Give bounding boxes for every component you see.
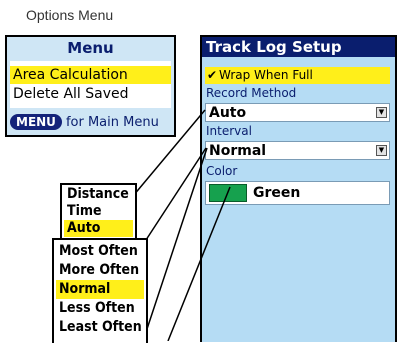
connector-line-interval [143,147,207,244]
option-less-often[interactable]: Less Often [56,299,144,318]
option-normal[interactable]: Normal [56,280,144,299]
option-auto[interactable]: Auto [64,220,133,237]
option-distance[interactable]: Distance [64,186,133,203]
connector-line-interval-2 [143,147,208,339]
record-method-options-popup: Distance Time Auto [60,183,137,242]
option-time[interactable]: Time [64,203,133,220]
connector-line-color [167,186,231,341]
interval-options-popup: Most Often More Often Normal Less Often … [52,238,148,343]
option-more-often[interactable]: More Often [56,261,144,280]
connector-line-record-method [132,109,206,197]
option-least-often[interactable]: Least Often [56,318,144,337]
option-most-often[interactable]: Most Often [56,242,144,261]
